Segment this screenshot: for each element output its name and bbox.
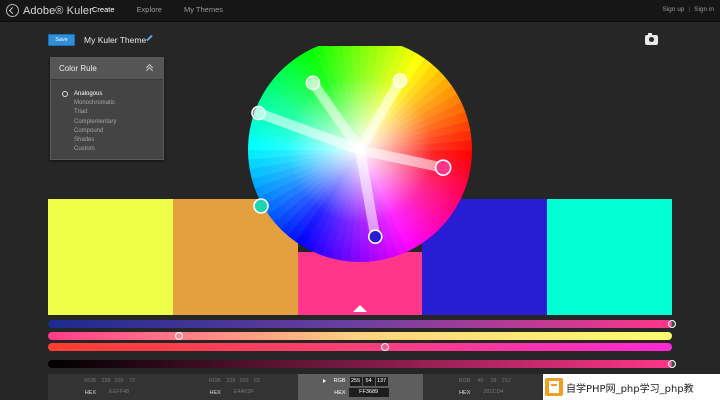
hex-value[interactable]: E4A03F — [224, 388, 264, 397]
wheel-handle-3[interactable] — [392, 73, 408, 89]
red-value[interactable]: 228 — [225, 377, 237, 386]
nav-item-explore[interactable]: Explore — [137, 5, 162, 14]
blue-value[interactable]: 72 — [126, 377, 138, 386]
play-icon — [322, 379, 326, 383]
rule-option-triad[interactable]: Triad — [74, 108, 116, 117]
red-value[interactable]: 40 — [474, 377, 486, 386]
theme-name[interactable]: My Kuler Theme — [84, 35, 146, 45]
slider-knob-blue[interactable] — [380, 343, 389, 351]
hex-label: HEX — [334, 390, 346, 396]
color-values-4: RGB 40 28 212 HEX 281CD4 — [422, 374, 547, 400]
rule-option-analogous[interactable]: Analogous — [74, 90, 116, 99]
php-logo-icon — [545, 378, 563, 396]
green-value[interactable]: 160 — [238, 377, 250, 386]
rgb-row: RGB 255 54 137 — [298, 376, 423, 387]
wheel-handle-5[interactable] — [367, 229, 383, 244]
hex-label: HEX — [459, 390, 471, 396]
camera-icon[interactable] — [645, 33, 658, 45]
rgb-label: RGB — [208, 378, 221, 384]
color-wheel-graphic[interactable] — [247, 46, 473, 266]
red-value[interactable]: 255 — [349, 377, 362, 386]
slider-red[interactable] — [48, 320, 672, 328]
rgb-label: RGB — [333, 378, 346, 384]
green-value[interactable]: 54 — [362, 377, 375, 386]
auth-separator: | — [688, 6, 691, 13]
watermark-text: 自学PHP网_php学习_php教 — [566, 383, 694, 395]
green-value[interactable]: 28 — [487, 377, 499, 386]
color-rule-header[interactable]: Color Rule — [51, 58, 163, 80]
main-nav: Create Explore My Themes — [92, 5, 245, 14]
color-values-2: RGB 228 160 63 HEX E4A03F — [173, 374, 298, 400]
brand-name: Adobe® Kuler — [23, 4, 93, 17]
blue-value[interactable]: 137 — [375, 377, 388, 386]
rule-option-monochromatic[interactable]: Monochromatic — [74, 99, 116, 108]
slider-brightness[interactable] — [48, 360, 672, 368]
color-values-1: RGB 238 255 72 HEX EEFF48 — [48, 374, 173, 400]
slider-knob-red[interactable] — [668, 320, 676, 328]
kuler-logo-icon — [6, 4, 19, 17]
hex-value[interactable]: EEFF48 — [99, 388, 139, 397]
wheel-handle-2[interactable] — [305, 75, 321, 91]
radio-icon[interactable] — [62, 91, 68, 97]
color-swatch-1[interactable] — [48, 199, 174, 315]
color-rule-list: Analogous Monochromatic Triad Complement… — [74, 90, 116, 154]
red-value[interactable]: 238 — [100, 377, 112, 386]
rgb-row: RGB 40 28 212 — [422, 376, 547, 387]
wheel-handle-4[interactable] — [434, 159, 452, 176]
rgb-row: RGB 228 160 63 — [173, 376, 298, 387]
rgb-row: RGB 238 255 72 — [48, 376, 173, 387]
hex-value[interactable]: FF3689 — [348, 388, 389, 397]
hex-label: HEX — [84, 390, 96, 396]
rule-option-complementary[interactable]: Complementary — [74, 118, 116, 127]
slider-knob-green[interactable] — [175, 332, 184, 340]
rule-option-custom[interactable]: Custom — [74, 145, 116, 154]
color-values-3: RGB 255 54 137 HEX FF3689 — [297, 374, 423, 400]
color-rule-title: Color Rule — [59, 64, 97, 73]
wheel-handle-6[interactable] — [253, 198, 269, 214]
wheel-handle-1[interactable] — [251, 105, 266, 121]
selected-swatch-indicator — [353, 305, 367, 312]
watermark: 自学PHP网_php学习_php教 — [543, 374, 720, 400]
sign-in-link[interactable]: Sign in — [694, 6, 714, 13]
green-value[interactable]: 255 — [113, 377, 125, 386]
hex-value[interactable]: 281CD4 — [473, 388, 513, 397]
top-bar: Adobe® Kuler Create Explore My Themes Si… — [0, 0, 720, 22]
rule-option-shades[interactable]: Shades — [74, 136, 116, 145]
brand[interactable]: Adobe® Kuler — [6, 3, 93, 18]
slider-blue[interactable] — [48, 343, 672, 351]
rgb-label: RGB — [458, 378, 471, 384]
nav-item-create[interactable]: Create — [92, 5, 115, 14]
nav-item-my-themes[interactable]: My Themes — [184, 5, 223, 14]
sign-up-link[interactable]: Sign up — [662, 6, 684, 13]
save-button[interactable]: Save — [48, 34, 75, 46]
rule-option-compound[interactable]: Compound — [74, 127, 116, 136]
hex-label: HEX — [209, 390, 221, 396]
auth-links: Sign up | Sign in — [662, 6, 714, 13]
slider-green[interactable] — [48, 332, 672, 340]
slider-knob-brightness[interactable] — [668, 360, 676, 368]
color-wheel[interactable] — [247, 46, 473, 266]
color-swatch-5[interactable] — [547, 199, 673, 315]
chevron-up-icon[interactable] — [145, 63, 155, 75]
color-rule-panel: Color Rule Analogous Monochromatic Triad… — [50, 57, 164, 160]
blue-value[interactable]: 63 — [251, 377, 263, 386]
pencil-icon[interactable] — [146, 34, 153, 42]
blue-value[interactable]: 212 — [500, 377, 512, 386]
rgb-label: RGB — [84, 378, 96, 384]
